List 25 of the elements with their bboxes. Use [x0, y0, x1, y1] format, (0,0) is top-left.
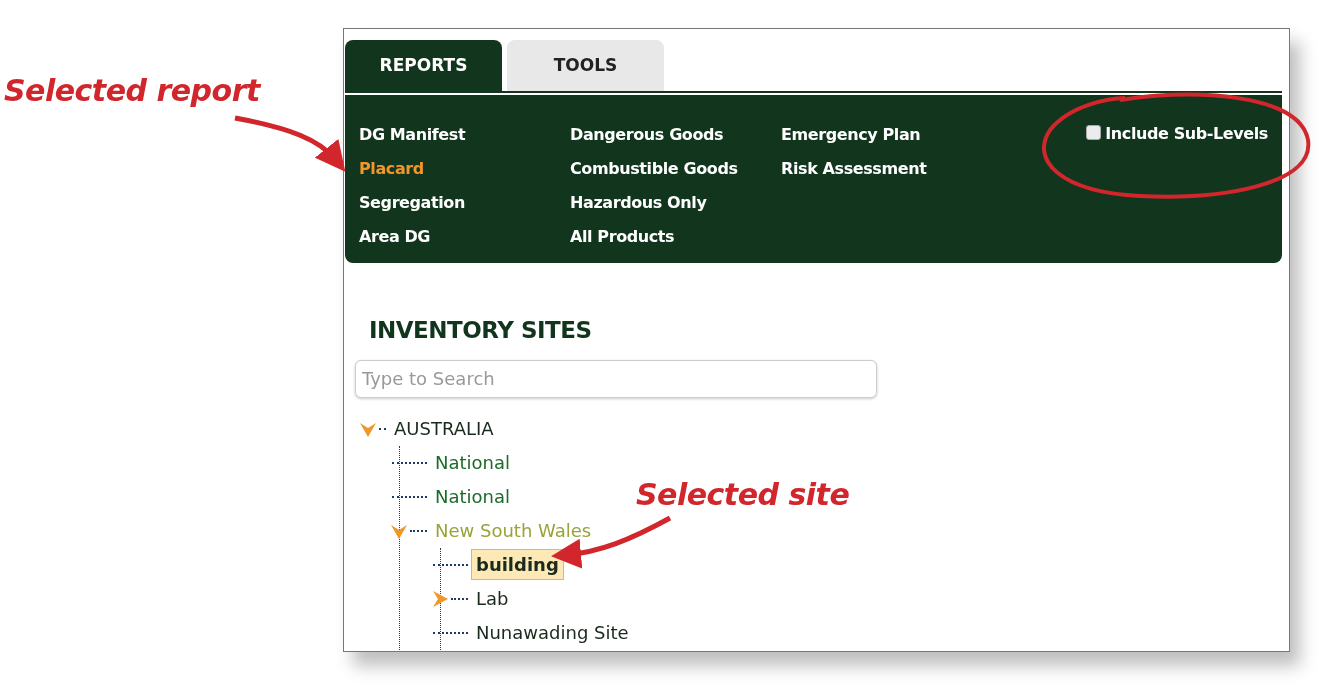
report-link[interactable]: Area DG: [359, 220, 570, 254]
tab[interactable]: TOOLS: [507, 40, 664, 91]
report-link[interactable]: Risk Assessment: [781, 152, 992, 186]
tree-item[interactable]: National: [430, 447, 515, 478]
annotation-label: Selected site: [636, 476, 850, 514]
tree-item[interactable]: Lab: [471, 583, 514, 614]
report-link[interactable]: Combustible Goods: [570, 152, 781, 186]
tree-item[interactable]: AUSTRALIA: [389, 413, 499, 444]
tab[interactable]: REPORTS: [345, 40, 502, 91]
annotation-label: Selected report: [4, 72, 260, 110]
tree-item[interactable]: Nunawading Site: [471, 617, 634, 648]
search-field[interactable]: Type to Search: [355, 359, 877, 398]
report-link[interactable]: Placard: [359, 152, 570, 186]
tree-item[interactable]: National: [430, 481, 515, 512]
report-link[interactable]: Segregation: [359, 186, 570, 220]
tree-item[interactable]: building: [471, 549, 564, 580]
section-title: INVENTORY SITES: [369, 316, 593, 345]
report-link[interactable]: DG Manifest: [359, 118, 570, 152]
report-link[interactable]: All Products: [570, 220, 781, 254]
checkbox-label: Include Sub-Levels: [1105, 123, 1268, 145]
report-link[interactable]: Dangerous Goods: [570, 118, 781, 152]
checkbox[interactable]: [1086, 125, 1102, 140]
collapsed-chevron-icon[interactable]: [431, 589, 449, 608]
report-link[interactable]: Hazardous Only: [570, 186, 781, 220]
report-link[interactable]: Emergency Plan: [781, 118, 992, 152]
